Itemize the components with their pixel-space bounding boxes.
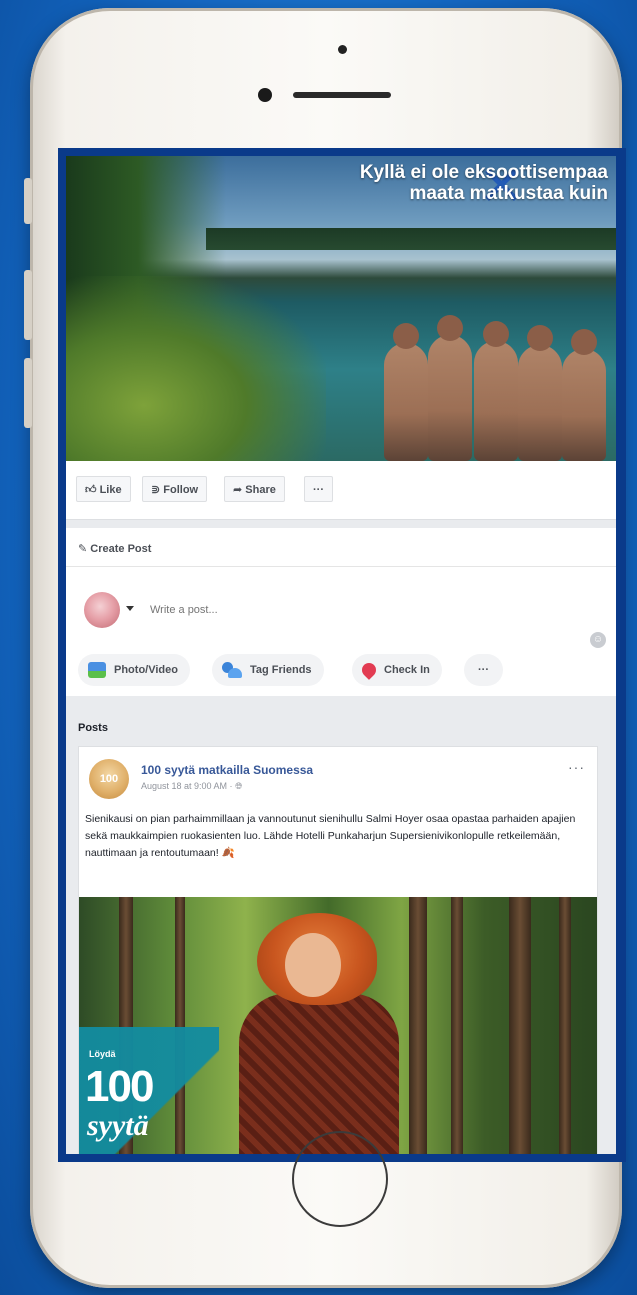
facebook-page: ✕ Kyllä ei ole eksoottisempaa maata matk… [66, 156, 616, 1154]
post-time: August 18 at 9:00 AM · [141, 781, 236, 791]
phone-frame: ✕ Kyllä ei ole eksoottisempaa maata matk… [24, 8, 626, 1288]
cover-photo[interactable]: ✕ Kyllä ei ole eksoottisempaa maata matk… [66, 156, 616, 461]
page-action-bar: 👍︎ Like ⋑ Follow ➦ Share ··· [66, 461, 616, 520]
pencil-icon: ✎ [78, 543, 88, 555]
share-label: Share [245, 484, 276, 496]
tag-friends-icon [222, 662, 242, 679]
front-camera-icon [258, 88, 272, 102]
emoji-icon[interactable]: ☺ [590, 632, 606, 648]
check-in-label: Check In [384, 664, 430, 676]
follow-label: Follow [163, 484, 199, 496]
location-pin-icon [359, 660, 379, 680]
badge-number: 100 [85, 1062, 154, 1111]
write-post-input[interactable] [150, 604, 530, 616]
like-button[interactable]: 👍︎ Like [76, 476, 131, 502]
volume-down-button [24, 358, 32, 428]
posts-heading: Posts [78, 722, 108, 734]
post-card: 100 100 syytä matkailla Suomessa August … [78, 746, 598, 1154]
badge-word: syytä [87, 1109, 149, 1142]
badge-small-text: Löydä [89, 1049, 116, 1059]
tag-friends-label: Tag Friends [250, 664, 312, 676]
cover-reeds [66, 276, 326, 461]
create-post-card: ✎ Create Post ☺ Photo/Video Tag Friends … [66, 528, 616, 696]
photo-video-button[interactable]: Photo/Video [78, 654, 190, 686]
post-timestamp[interactable]: August 18 at 9:00 AM · 🌐︎ [141, 781, 242, 792]
share-arrow-icon: ➦ [233, 484, 243, 496]
cover-title-line-2: maata matkustaa kuin [409, 183, 608, 204]
check-in-button[interactable]: Check In [352, 654, 442, 686]
proximity-sensor [338, 45, 347, 54]
mute-switch [24, 178, 32, 224]
post-text: Sienikausi on pian parhaimmillaan ja van… [85, 813, 576, 859]
phone-screen: ✕ Kyllä ei ole eksoottisempaa maata matk… [58, 148, 626, 1162]
chevron-down-icon[interactable] [126, 606, 134, 611]
home-button[interactable] [292, 1131, 388, 1227]
rss-icon: ⋑ [151, 484, 161, 496]
thumbs-up-icon: 👍︎ [85, 484, 97, 496]
share-button[interactable]: ➦ Share [224, 476, 285, 502]
avatar[interactable] [84, 592, 120, 628]
cover-title: Kyllä ei ole eksoottisempaa maata matkus… [360, 162, 608, 204]
post-options-button[interactable]: ··· [568, 759, 585, 775]
photo-icon [88, 662, 106, 679]
cover-shoreline [206, 228, 616, 250]
volume-up-button [24, 270, 32, 340]
tag-friends-button[interactable]: Tag Friends [212, 654, 324, 686]
create-post-label: Create Post [90, 543, 152, 555]
cover-people [366, 301, 616, 461]
cover-title-line-1: Kyllä ei ole eksoottisempaa [359, 162, 608, 183]
like-label: Like [99, 484, 122, 496]
woman-figure [239, 993, 399, 1154]
page-name-link[interactable]: 100 syytä matkailla Suomessa [141, 763, 313, 777]
divider [66, 566, 616, 567]
follow-button[interactable]: ⋑ Follow [142, 476, 208, 502]
post-image[interactable]: Löydä 100 syytä [79, 897, 597, 1154]
photo-video-label: Photo/Video [114, 664, 178, 676]
page-avatar[interactable]: 100 [89, 759, 129, 799]
more-actions-button[interactable]: ··· [304, 476, 333, 502]
globe-icon: 🌐︎ [235, 781, 243, 791]
more-options-button[interactable]: ··· [464, 654, 503, 686]
earpiece-speaker [293, 92, 391, 98]
create-post-heading: ✎ Create Post [78, 542, 151, 555]
